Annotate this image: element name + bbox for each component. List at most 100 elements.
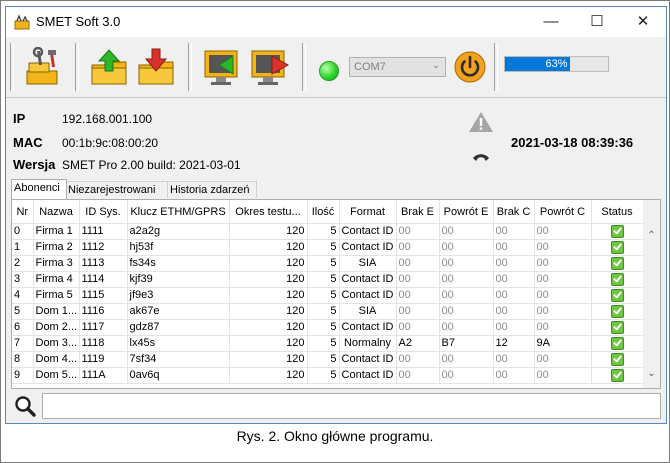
table-row[interactable]: 3 Firma 4 1114 kjf39 120 5 Contact ID 00 00 00 00 bbox=[12, 271, 644, 288]
minimize-button[interactable]: — bbox=[528, 7, 574, 37]
table-cell: 120 bbox=[229, 367, 308, 384]
table-cell: 00 bbox=[396, 287, 440, 304]
table-cell: jf9e3 bbox=[127, 287, 230, 304]
column-header[interactable]: Brak C bbox=[493, 200, 535, 224]
close-button[interactable]: ✕ bbox=[620, 7, 666, 37]
table-cell: Dom 2... bbox=[33, 319, 80, 336]
column-header[interactable]: Status bbox=[591, 200, 644, 224]
status-ok-icon bbox=[610, 272, 624, 286]
toolbar: COM7 ⌄ 63% bbox=[6, 37, 666, 98]
table-row[interactable]: 1 Firma 2 1112 hj53f 120 5 Contact ID 00 00 00 00 bbox=[12, 239, 644, 256]
status-cell bbox=[591, 367, 644, 384]
table-cell: 00 bbox=[439, 367, 494, 384]
column-header[interactable]: Klucz ETHM/GPRS bbox=[127, 200, 230, 224]
table-cell: Dom 3... bbox=[33, 335, 80, 352]
download-folder-icon[interactable] bbox=[137, 47, 177, 87]
table-cell: 1116 bbox=[79, 303, 128, 320]
table-row[interactable]: 8 Dom 4... 1119 7sf34 120 5 Contact ID 00 00 00 00 bbox=[12, 351, 644, 368]
column-header[interactable]: Nazwa bbox=[33, 200, 80, 224]
table-cell: 00 bbox=[534, 351, 592, 368]
export-device-icon[interactable] bbox=[250, 47, 290, 87]
table-cell: 00 bbox=[439, 319, 494, 336]
table-cell: 00 bbox=[493, 239, 535, 256]
table-cell: 00 bbox=[534, 287, 592, 304]
table-cell: 1114 bbox=[79, 271, 128, 288]
column-header[interactable]: Okres testu... bbox=[229, 200, 308, 224]
toolbar-separator bbox=[302, 43, 306, 91]
table-cell: 00 bbox=[493, 351, 535, 368]
power-icon[interactable] bbox=[454, 51, 486, 83]
device-datetime: 2021-03-18 08:39:36 bbox=[511, 135, 634, 150]
maximize-button[interactable]: ☐ bbox=[574, 7, 620, 37]
table-cell: 6 bbox=[12, 319, 34, 336]
table-cell: 5 bbox=[307, 303, 340, 320]
status-cell bbox=[591, 319, 644, 336]
table-cell: 12 bbox=[493, 335, 535, 352]
settings-tools-icon[interactable] bbox=[25, 47, 65, 87]
table-cell: 5 bbox=[307, 239, 340, 256]
title-bar: SMET Soft 3.0 — ☐ ✕ bbox=[6, 7, 666, 37]
vertical-scrollbar[interactable]: ⌃ ⌄ bbox=[643, 200, 660, 388]
column-header[interactable]: ID Sys. bbox=[79, 200, 128, 224]
scroll-up-icon[interactable]: ⌃ bbox=[643, 230, 660, 241]
table-row[interactable]: 2 Firma 3 1113 fs34s 120 5 SIA 00 00 00 00 bbox=[12, 255, 644, 272]
table-cell: 1117 bbox=[79, 319, 128, 336]
table-cell: Contact ID bbox=[339, 367, 397, 384]
table-cell: 5 bbox=[307, 223, 340, 240]
table-cell: 120 bbox=[229, 319, 308, 336]
table-cell: Firma 5 bbox=[33, 287, 80, 304]
table-cell: 00 bbox=[493, 367, 535, 384]
com-port-select[interactable]: COM7 ⌄ bbox=[349, 57, 446, 77]
tab-historia-zdarzen[interactable]: Historia zdarzeń bbox=[167, 181, 257, 198]
table-cell: 5 bbox=[307, 319, 340, 336]
table-cell: 00 bbox=[493, 255, 535, 272]
column-header[interactable]: Nr bbox=[12, 200, 34, 224]
upload-folder-icon[interactable] bbox=[90, 47, 130, 87]
table-cell: 120 bbox=[229, 271, 308, 288]
column-header[interactable]: Powrót E bbox=[439, 200, 494, 224]
search-input[interactable] bbox=[42, 393, 661, 419]
table-row[interactable]: 5 Dom 1... 1116 ak67e 120 5 SIA 00 00 00 00 bbox=[12, 303, 644, 320]
table-cell: 4 bbox=[12, 287, 34, 304]
column-header[interactable]: Ilość bbox=[307, 200, 340, 224]
table-cell: 00 bbox=[396, 351, 440, 368]
import-device-icon[interactable] bbox=[203, 47, 243, 87]
column-header[interactable]: Brak E bbox=[396, 200, 440, 224]
warning-icon bbox=[469, 112, 493, 132]
table-cell: ak67e bbox=[127, 303, 230, 320]
table-cell: 1111 bbox=[79, 223, 128, 240]
table-row[interactable]: 7 Dom 3... 1118 lx45s 120 5 Normalny A2 B7 12 9A bbox=[12, 335, 644, 352]
table-cell: 9 bbox=[12, 367, 34, 384]
scroll-down-icon[interactable]: ⌄ bbox=[643, 368, 660, 379]
table-cell: Contact ID bbox=[339, 319, 397, 336]
table-cell: 3 bbox=[12, 271, 34, 288]
table-cell: 00 bbox=[396, 223, 440, 240]
table-cell: 8 bbox=[12, 351, 34, 368]
table-cell: Contact ID bbox=[339, 351, 397, 368]
table-row[interactable]: 4 Firma 5 1115 jf9e3 120 5 Contact ID 00 00 00 00 bbox=[12, 287, 644, 304]
column-header[interactable]: Powrót C bbox=[534, 200, 592, 224]
status-ok-icon bbox=[610, 288, 624, 302]
table-cell: 2 bbox=[12, 255, 34, 272]
table-cell: 00 bbox=[534, 255, 592, 272]
table-row[interactable]: 6 Dom 2... 1117 gdz87 120 5 Contact ID 00 00 00 00 bbox=[12, 319, 644, 336]
table-cell: 00 bbox=[439, 303, 494, 320]
connection-led-icon bbox=[319, 61, 339, 81]
tab-abonenci[interactable]: Abonenci bbox=[11, 179, 67, 199]
status-cell bbox=[591, 223, 644, 240]
table-cell: 1113 bbox=[79, 255, 128, 272]
table-cell: 00 bbox=[534, 303, 592, 320]
table-cell: 00 bbox=[534, 319, 592, 336]
table-cell: fs34s bbox=[127, 255, 230, 272]
tab-niezarejestrowani[interactable]: Niezarejestrowani bbox=[65, 181, 169, 198]
search-icon[interactable] bbox=[14, 395, 36, 417]
table-cell: a2a2g bbox=[127, 223, 230, 240]
column-header[interactable]: Format bbox=[339, 200, 397, 224]
table-row[interactable]: 9 Dom 5... 111A 0av6q 120 5 Contact ID 00 00 00 00 bbox=[12, 367, 644, 384]
table-cell: Firma 2 bbox=[33, 239, 80, 256]
progress-text: 63% bbox=[545, 58, 568, 70]
table-row[interactable]: 0 Firma 1 1111 a2a2g 120 5 Contact ID 00 00 00 00 bbox=[12, 223, 644, 240]
toolbar-separator bbox=[494, 43, 498, 91]
table-cell: 00 bbox=[396, 239, 440, 256]
status-cell bbox=[591, 303, 644, 320]
